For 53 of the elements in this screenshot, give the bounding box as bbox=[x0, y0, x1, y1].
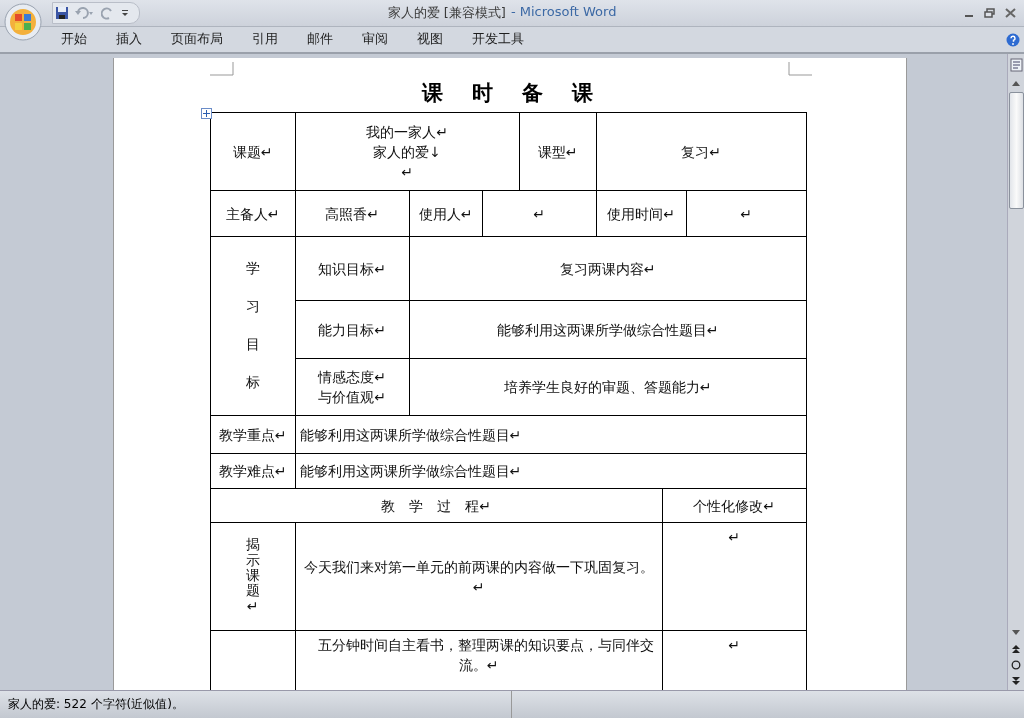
table-cell: 能够利用这两课所学做综合性题目↵ bbox=[409, 300, 807, 359]
ribbon-tab[interactable]: 视图 bbox=[404, 28, 456, 51]
table-cell: 情感态度↵ 与价值观↵ bbox=[295, 358, 409, 416]
restore-icon[interactable] bbox=[984, 8, 995, 18]
table-cell: 揭示课题↵ bbox=[245, 537, 260, 615]
ribbon-tab[interactable]: 邮件 bbox=[294, 28, 346, 51]
ribbon-tab[interactable]: 插入 bbox=[103, 28, 155, 51]
crop-mark-icon bbox=[209, 62, 234, 76]
scroll-up-icon[interactable] bbox=[1011, 79, 1021, 87]
ribbon-tab[interactable]: 页面布局 bbox=[158, 28, 236, 51]
table-cell: 教 学 过 程↵ bbox=[210, 488, 663, 523]
table-cell: 我的一家人↵ 家人的爱↓ ↵ bbox=[295, 112, 520, 191]
ruler-toggle-icon[interactable] bbox=[1009, 58, 1023, 72]
browse-object-icon[interactable] bbox=[1011, 660, 1021, 670]
table-cell: ↵ bbox=[482, 190, 597, 237]
save-icon[interactable] bbox=[55, 6, 69, 20]
table-cell: 主备人↵ bbox=[210, 190, 295, 237]
table-cell: 教学难点↵ bbox=[210, 453, 295, 489]
ribbon-tab[interactable]: 审阅 bbox=[349, 28, 401, 51]
window-title: 家人的爱 [兼容模式] bbox=[387, 4, 506, 22]
table-cell: 课题↵ bbox=[210, 112, 295, 191]
help-icon[interactable] bbox=[1006, 32, 1020, 47]
table-cell: 能够利用这两课所学做综合性题目↵ bbox=[295, 415, 807, 454]
close-icon[interactable] bbox=[1005, 8, 1016, 18]
table-cell: 知识目标↵ bbox=[295, 236, 409, 301]
table-cell: 课型↵ bbox=[519, 112, 597, 191]
next-page-icon[interactable] bbox=[1011, 676, 1021, 686]
table-cell: 复习↵ bbox=[596, 112, 807, 191]
table-cell: 使用时间↵ bbox=[596, 190, 687, 237]
table-cell: 个性化修改↵ bbox=[662, 488, 807, 523]
status-text: 家人的爱: 522 个字符(近似值)。 bbox=[8, 696, 184, 713]
scroll-down-icon[interactable] bbox=[1011, 629, 1021, 637]
previous-page-icon[interactable] bbox=[1011, 644, 1021, 654]
table-cell: 使用人↵ bbox=[409, 190, 482, 237]
table-cell: ↵ bbox=[662, 522, 807, 631]
crop-mark-icon bbox=[787, 62, 812, 76]
table-cell: 高照香↵ bbox=[295, 190, 409, 237]
table-cell: 复习两课内容↵ bbox=[409, 236, 807, 301]
table-cell: 能够利用这两课所学做综合性题目↵ bbox=[295, 453, 807, 489]
ribbon-tab[interactable]: 引用 bbox=[239, 28, 291, 51]
app-name: - Microsoft Word bbox=[510, 4, 617, 21]
table-cell: 今天我们来对第一单元的前两课的内容做一下巩固复习。↵ bbox=[295, 522, 663, 631]
customize-menu-icon[interactable] bbox=[121, 8, 129, 18]
scroll-thumb[interactable] bbox=[1008, 92, 1024, 209]
table-cell-text: 学习目标 bbox=[245, 259, 260, 392]
ribbon-tab[interactable]: 开发工具 bbox=[459, 28, 537, 51]
table-cell: 教学重点↵ bbox=[210, 415, 295, 454]
document-heading: 课 时 备 课 bbox=[420, 79, 598, 107]
move-handle-icon[interactable] bbox=[200, 108, 212, 119]
ribbon-tab[interactable]: 开始 bbox=[48, 28, 100, 51]
table-cell: 培养学生良好的审题、答题能力↵ bbox=[409, 358, 807, 416]
table-cell: 能力目标↵ bbox=[295, 300, 409, 359]
table-cell: ↵ bbox=[686, 190, 807, 237]
